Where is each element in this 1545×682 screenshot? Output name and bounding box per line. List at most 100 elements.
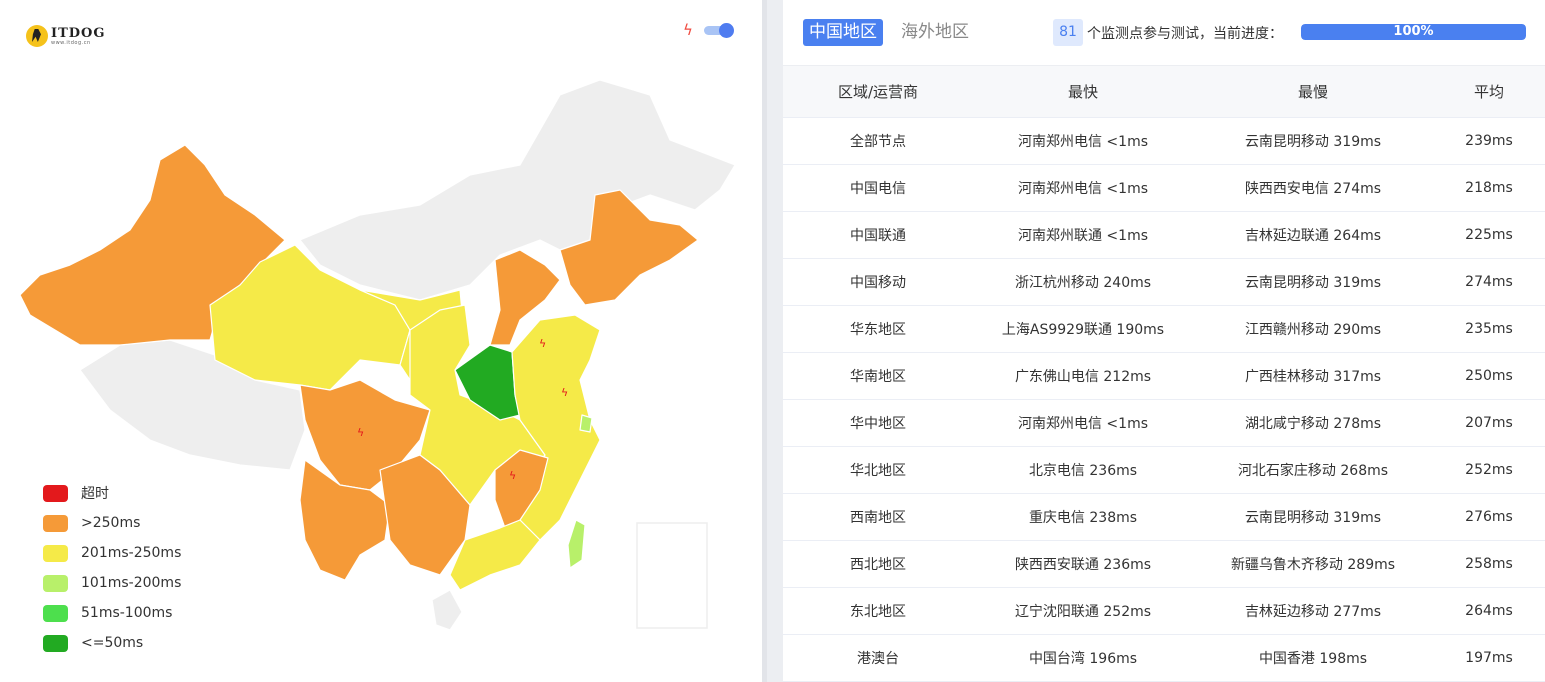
table-row[interactable]: 全部节点 河南郑州电信 <1ms 云南昆明移动 319ms 239ms [783, 117, 1545, 165]
cell-fastest: 上海AS9929联通 190ms [973, 305, 1193, 353]
results-toolbar: 中国地区 海外地区 81 个监测点参与测试，当前进度： 100% [783, 0, 1545, 66]
cell-slowest: 吉林延边联通 264ms [1193, 211, 1433, 259]
table-row[interactable]: 华东地区 上海AS9929联通 190ms 江西赣州移动 290ms 235ms [783, 305, 1545, 353]
cell-fastest: 广东佛山电信 212ms [973, 352, 1193, 400]
cell-region: 全部节点 [783, 117, 973, 165]
south-china-sea-inset [636, 522, 708, 629]
cell-slowest: 陕西西安电信 274ms [1193, 164, 1433, 212]
table-row[interactable]: 西北地区 陕西西安联通 236ms 新疆乌鲁木齐移动 289ms 258ms [783, 540, 1545, 588]
cell-region: 中国电信 [783, 164, 973, 212]
cell-slowest: 河北石家庄移动 268ms [1193, 446, 1433, 494]
cell-fastest: 重庆电信 238ms [973, 493, 1193, 541]
cell-fastest: 河南郑州联通 <1ms [973, 211, 1193, 259]
cell-region: 中国联通 [783, 211, 973, 259]
table-row[interactable]: 西南地区 重庆电信 238ms 云南昆明移动 319ms 276ms [783, 493, 1545, 541]
table-row[interactable]: 中国电信 河南郑州电信 <1ms 陕西西安电信 274ms 218ms [783, 164, 1545, 212]
legend-label: 101ms-200ms [81, 575, 182, 591]
cell-region: 中国移动 [783, 258, 973, 306]
cell-fastest: 中国台湾 196ms [973, 634, 1193, 682]
map-region-nodata-south-sea [431, 589, 463, 631]
legend-swatch [43, 484, 68, 502]
timeout-marker-icon: ϟ [509, 469, 516, 482]
cell-slowest: 云南昆明移动 319ms [1193, 258, 1433, 306]
header-slowest[interactable]: 最慢 [1193, 66, 1433, 118]
cell-fastest: 浙江杭州移动 240ms [973, 258, 1193, 306]
timeout-marker-toggle[interactable] [702, 22, 734, 38]
toggle-knob [719, 23, 734, 38]
legend-item[interactable]: >250ms [43, 508, 181, 538]
cell-average: 258ms [1433, 540, 1545, 588]
cell-average: 274ms [1433, 258, 1545, 306]
legend-item[interactable]: 51ms-100ms [43, 598, 181, 628]
timeout-marker-icon: ϟ [539, 337, 546, 350]
node-count-badge: 81 [1053, 19, 1083, 46]
table-header-row: 区域/运营商 最快 最慢 平均 [783, 66, 1545, 118]
legend-swatch [43, 634, 68, 652]
table-row[interactable]: 华中地区 河南郑州电信 <1ms 湖北咸宁移动 278ms 207ms [783, 399, 1545, 447]
tab-overseas[interactable]: 海外地区 [895, 19, 975, 46]
map-controls: ϟ [682, 21, 734, 39]
cell-average: 239ms [1433, 117, 1545, 165]
itdog-logo[interactable]: ITDOG www.itdog.cn [26, 25, 105, 47]
legend-label: 超时 [81, 486, 109, 502]
cell-average: 207ms [1433, 399, 1545, 447]
cell-slowest: 云南昆明移动 319ms [1193, 493, 1433, 541]
legend-label: 201ms-250ms [81, 545, 182, 561]
legend-swatch [43, 544, 68, 562]
header-region[interactable]: 区域/运营商 [783, 66, 973, 118]
cell-slowest: 湖北咸宁移动 278ms [1193, 399, 1433, 447]
progress-bar: 100% [1301, 24, 1526, 40]
cell-average: 264ms [1433, 587, 1545, 635]
table-row[interactable]: 中国移动 浙江杭州移动 240ms 云南昆明移动 319ms 274ms [783, 258, 1545, 306]
cell-average: 276ms [1433, 493, 1545, 541]
header-fastest[interactable]: 最快 [973, 66, 1193, 118]
timeout-marker-icon: ϟ [561, 386, 568, 399]
progress-text: 个监测点参与测试，当前进度： [1087, 26, 1283, 42]
cell-average: 250ms [1433, 352, 1545, 400]
cell-average: 225ms [1433, 211, 1545, 259]
legend-swatch [43, 574, 68, 592]
table-row[interactable]: 中国联通 河南郑州联通 <1ms 吉林延边联通 264ms 225ms [783, 211, 1545, 259]
header-average[interactable]: 平均 [1433, 66, 1545, 118]
cell-slowest: 吉林延边移动 277ms [1193, 587, 1433, 635]
dog-icon [26, 25, 48, 47]
app-root: ϟ ϟ ϟ ϟ ITDOG www.itdog.cn ϟ 超时 >250ms 201… [0, 0, 1545, 682]
map-region-taiwan[interactable] [567, 519, 586, 569]
legend-item[interactable]: 201ms-250ms [43, 538, 181, 568]
table-row[interactable]: 华南地区 广东佛山电信 212ms 广西桂林移动 317ms 250ms [783, 352, 1545, 400]
table-row[interactable]: 华北地区 北京电信 236ms 河北石家庄移动 268ms 252ms [783, 446, 1545, 494]
table-row[interactable]: 东北地区 辽宁沈阳联通 252ms 吉林延边移动 277ms 264ms [783, 587, 1545, 635]
table-row[interactable]: 港澳台 中国台湾 196ms 中国香港 198ms 197ms [783, 634, 1545, 682]
logo-title: ITDOG [51, 25, 106, 41]
legend-label: 51ms-100ms [81, 605, 173, 621]
cell-fastest: 辽宁沈阳联通 252ms [973, 587, 1193, 635]
map-legend: 超时 >250ms 201ms-250ms 101ms-200ms 51ms-100ms… [43, 478, 181, 658]
cell-region: 西南地区 [783, 493, 973, 541]
cell-average: 218ms [1433, 164, 1545, 212]
logo-subtitle: www.itdog.cn [51, 39, 91, 46]
tab-china[interactable]: 中国地区 [803, 19, 883, 46]
cell-region: 东北地区 [783, 587, 973, 635]
legend-item[interactable]: 超时 [43, 478, 181, 508]
legend-swatch [43, 514, 68, 532]
legend-item[interactable]: <=50ms [43, 628, 181, 658]
cell-region: 华北地区 [783, 446, 973, 494]
cell-region: 港澳台 [783, 634, 973, 682]
cell-slowest: 中国香港 198ms [1193, 634, 1433, 682]
cell-slowest: 广西桂林移动 317ms [1193, 352, 1433, 400]
table-body: 全部节点 河南郑州电信 <1ms 云南昆明移动 319ms 239ms 中国电信 河南郑州… [783, 117, 1545, 682]
panel-splitter[interactable] [762, 0, 783, 682]
map-panel: ϟ ϟ ϟ ϟ ITDOG www.itdog.cn ϟ 超时 >250ms 201… [0, 0, 762, 682]
legend-item[interactable]: 101ms-200ms [43, 568, 181, 598]
cell-fastest: 陕西西安联通 236ms [973, 540, 1193, 588]
map-region-shanghai[interactable] [579, 414, 593, 433]
cell-slowest: 新疆乌鲁木齐移动 289ms [1193, 540, 1433, 588]
cell-average: 252ms [1433, 446, 1545, 494]
lightning-icon: ϟ [683, 21, 693, 39]
cell-region: 华东地区 [783, 305, 973, 353]
cell-slowest: 云南昆明移动 319ms [1193, 117, 1433, 165]
legend-label: <=50ms [81, 635, 144, 651]
legend-swatch [43, 604, 68, 622]
cell-region: 华中地区 [783, 399, 973, 447]
cell-average: 197ms [1433, 634, 1545, 682]
